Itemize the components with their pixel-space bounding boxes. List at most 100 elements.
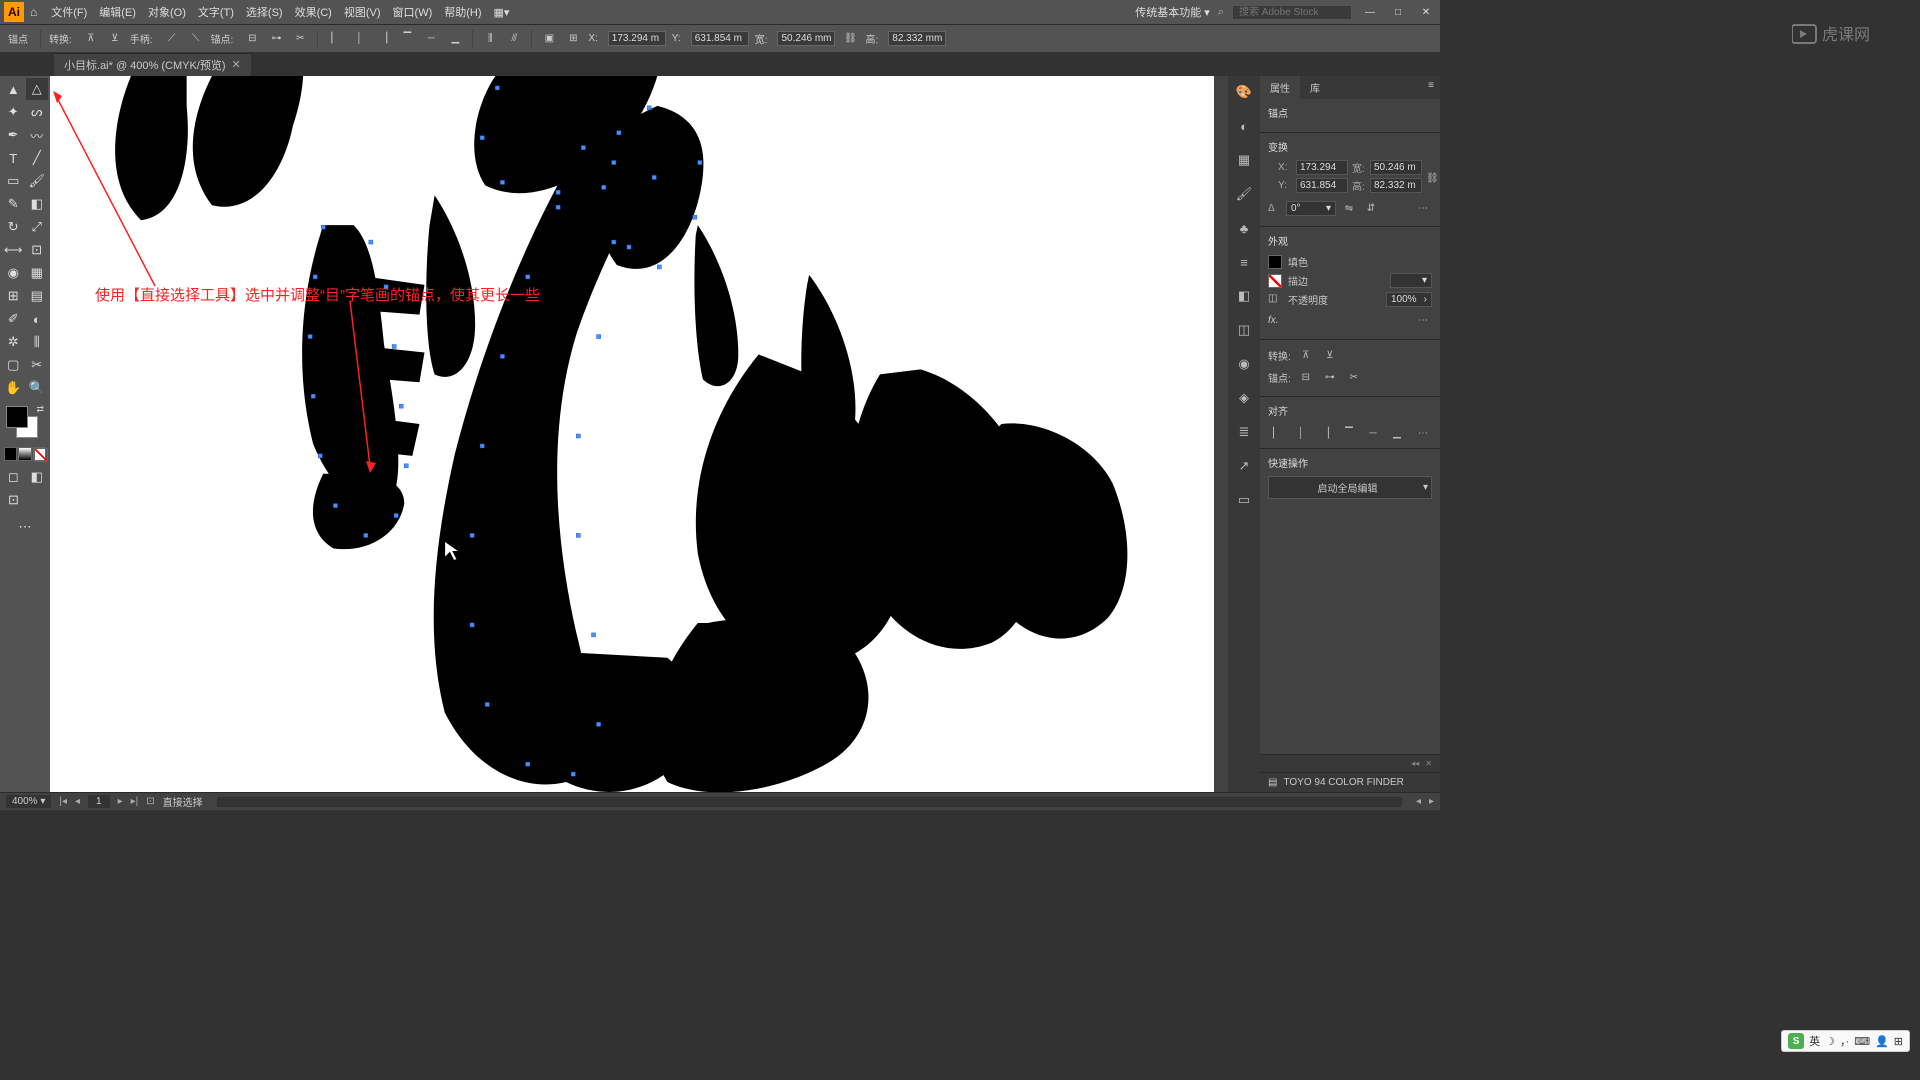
document-tab[interactable]: 小目标.ai* @ 400% (CMYK/预览) ✕ [54,53,251,76]
edit-toolbar-icon[interactable]: ⋯ [14,516,37,538]
workspace-switcher[interactable]: 传统基本功能 ▾ [1135,4,1210,20]
asset-export-icon[interactable]: ↗ [1234,456,1254,476]
prop-w-field[interactable] [1370,160,1422,175]
flip-v-icon[interactable]: ⇵ [1362,199,1380,217]
prop-convert-smooth-icon[interactable]: ⊻ [1321,346,1339,364]
mode-color[interactable] [4,447,17,461]
menu-object[interactable]: 对象(O) [142,4,192,20]
align-b-icon[interactable]: ▁ [1388,424,1406,442]
magic-wand-tool[interactable]: ✦ [2,101,25,123]
ime-moon-icon[interactable]: ☽ [1825,1035,1835,1048]
width-tool[interactable]: ⟷ [2,239,25,261]
convert-smooth-icon[interactable]: ⊻ [106,30,124,48]
maximize-icon[interactable]: □ [1388,7,1408,18]
w-field[interactable] [777,31,835,46]
minimize-icon[interactable]: — [1360,7,1380,18]
y-field[interactable] [691,31,749,46]
artboards-panel-icon[interactable]: ▭ [1234,490,1254,510]
angle-field[interactable]: 0°▾ [1286,201,1336,216]
type-tool[interactable]: T [2,147,25,169]
gradient-tool[interactable]: ▤ [26,285,49,307]
prop-convert-corner-icon[interactable]: ⊼ [1297,346,1315,364]
ime-keyboard-icon[interactable]: ⌨ [1854,1035,1870,1048]
zoom-level[interactable]: 400% ▾ [6,795,51,808]
connect-anchor-icon[interactable]: ⊶ [267,30,285,48]
color-guide-icon[interactable]: ◐ [1234,116,1254,136]
dist-h-icon[interactable]: ⫼ [481,30,499,48]
tab-libraries[interactable]: 库 [1300,76,1330,99]
fill-color[interactable] [6,406,28,428]
graphic-styles-icon[interactable]: ◈ [1234,388,1254,408]
mode-none[interactable] [33,447,46,461]
appearance-more-icon[interactable]: ⋯ [1414,311,1432,329]
layers-icon[interactable]: ≣ [1234,422,1254,442]
handle-hide-icon[interactable]: ⟍ [187,30,205,48]
scroll-left-icon[interactable]: ◂ [1416,796,1421,807]
horizontal-scrollbar[interactable] [217,797,1402,807]
artboard-nav-icon[interactable]: ⊡ [146,796,154,807]
draw-behind-icon[interactable]: ◧ [26,466,49,488]
gradient-panel-icon[interactable]: ◧ [1234,286,1254,306]
link-wh-icon[interactable]: ⛓ [841,30,859,48]
menu-help[interactable]: 帮助(H) [438,4,487,20]
line-tool[interactable]: ╱ [26,147,49,169]
scale-tool[interactable]: ⤢ [26,216,49,238]
pen-tool[interactable]: ✒ [2,124,25,146]
color-panel-icon[interactable]: 🎨 [1234,82,1254,102]
align-hc-icon[interactable]: │ [1292,424,1310,442]
ime-person-icon[interactable]: 👤 [1875,1035,1889,1048]
appearance-icon[interactable]: ◉ [1234,354,1254,374]
ime-language[interactable]: 英 [1809,1033,1820,1049]
prop-remove-anchor-icon[interactable]: ⊟ [1297,368,1315,386]
close-icon[interactable]: ✕ [1416,7,1436,18]
h-field[interactable] [888,31,946,46]
menu-type[interactable]: 文字(T) [192,4,240,20]
align-t-icon[interactable]: ▔ [1340,424,1358,442]
color-picker[interactable]: ⇄ [2,404,48,444]
isolate-icon[interactable]: ▣ [540,30,558,48]
mesh-tool[interactable]: ⊞ [2,285,25,307]
canvas-area[interactable]: 使用【直接选择工具】选中并调整“目”字笔画的锚点，使其更长一些 [50,76,1228,792]
dist-v-icon[interactable]: ⫻ [505,30,523,48]
artboard-number[interactable]: 1 [88,795,110,808]
x-field[interactable] [608,31,666,46]
shaper-tool[interactable]: ✎ [2,193,25,215]
ime-punct-icon[interactable]: ，· [1840,1033,1849,1049]
free-transform-tool[interactable]: ⊡ [26,239,49,261]
eyedropper-tool[interactable]: ✐ [2,308,25,330]
home-icon[interactable]: ⌂ [30,5,37,19]
prop-x-field[interactable] [1296,160,1348,175]
search-input[interactable] [1232,5,1352,20]
tab-close-icon[interactable]: ✕ [232,58,241,71]
link-dimensions-icon[interactable]: ⛓ [1426,169,1439,187]
align-vcenter-icon[interactable]: ─ [422,30,440,48]
next-artboard-icon[interactable]: ▸ [118,796,123,807]
symbols-icon[interactable]: ♣ [1234,218,1254,238]
direct-selection-tool[interactable]: △ [26,78,49,100]
screen-mode-icon[interactable]: ⊡ [2,489,25,511]
align-l-icon[interactable]: ▏ [1268,424,1286,442]
menu-edit[interactable]: 编辑(E) [93,4,142,20]
menu-window[interactable]: 窗口(W) [387,4,439,20]
symbol-sprayer-tool[interactable]: ✲ [2,331,25,353]
swatches-icon[interactable]: ▦ [1234,150,1254,170]
global-edit-button[interactable]: 启动全局编辑▾ [1268,476,1432,499]
prev-artboard-icon[interactable]: ◂ [75,796,80,807]
perspective-tool[interactable]: ▦ [26,262,49,284]
selection-tool[interactable]: ▲ [2,78,25,100]
flip-h-icon[interactable]: ⇋ [1340,199,1358,217]
stroke-weight-field[interactable]: ▾ [1390,273,1432,288]
mode-gradient[interactable] [18,447,31,461]
swap-colors-icon[interactable]: ⇄ [36,404,44,415]
remove-anchor-icon[interactable]: ⊟ [243,30,261,48]
prop-connect-icon[interactable]: ⊶ [1321,368,1339,386]
fill-swatch[interactable] [1268,255,1282,269]
more-options-icon[interactable]: ⋯ [1414,199,1432,217]
slice-tool[interactable]: ✂ [26,354,49,376]
opacity-field[interactable]: 100%› [1386,292,1432,307]
align-more-icon[interactable]: ⋯ [1414,424,1432,442]
first-artboard-icon[interactable]: |◂ [59,796,67,807]
convert-corner-icon[interactable]: ⊼ [82,30,100,48]
handle-show-icon[interactable]: ⟋ [163,30,181,48]
menu-effect[interactable]: 效果(C) [289,4,338,20]
